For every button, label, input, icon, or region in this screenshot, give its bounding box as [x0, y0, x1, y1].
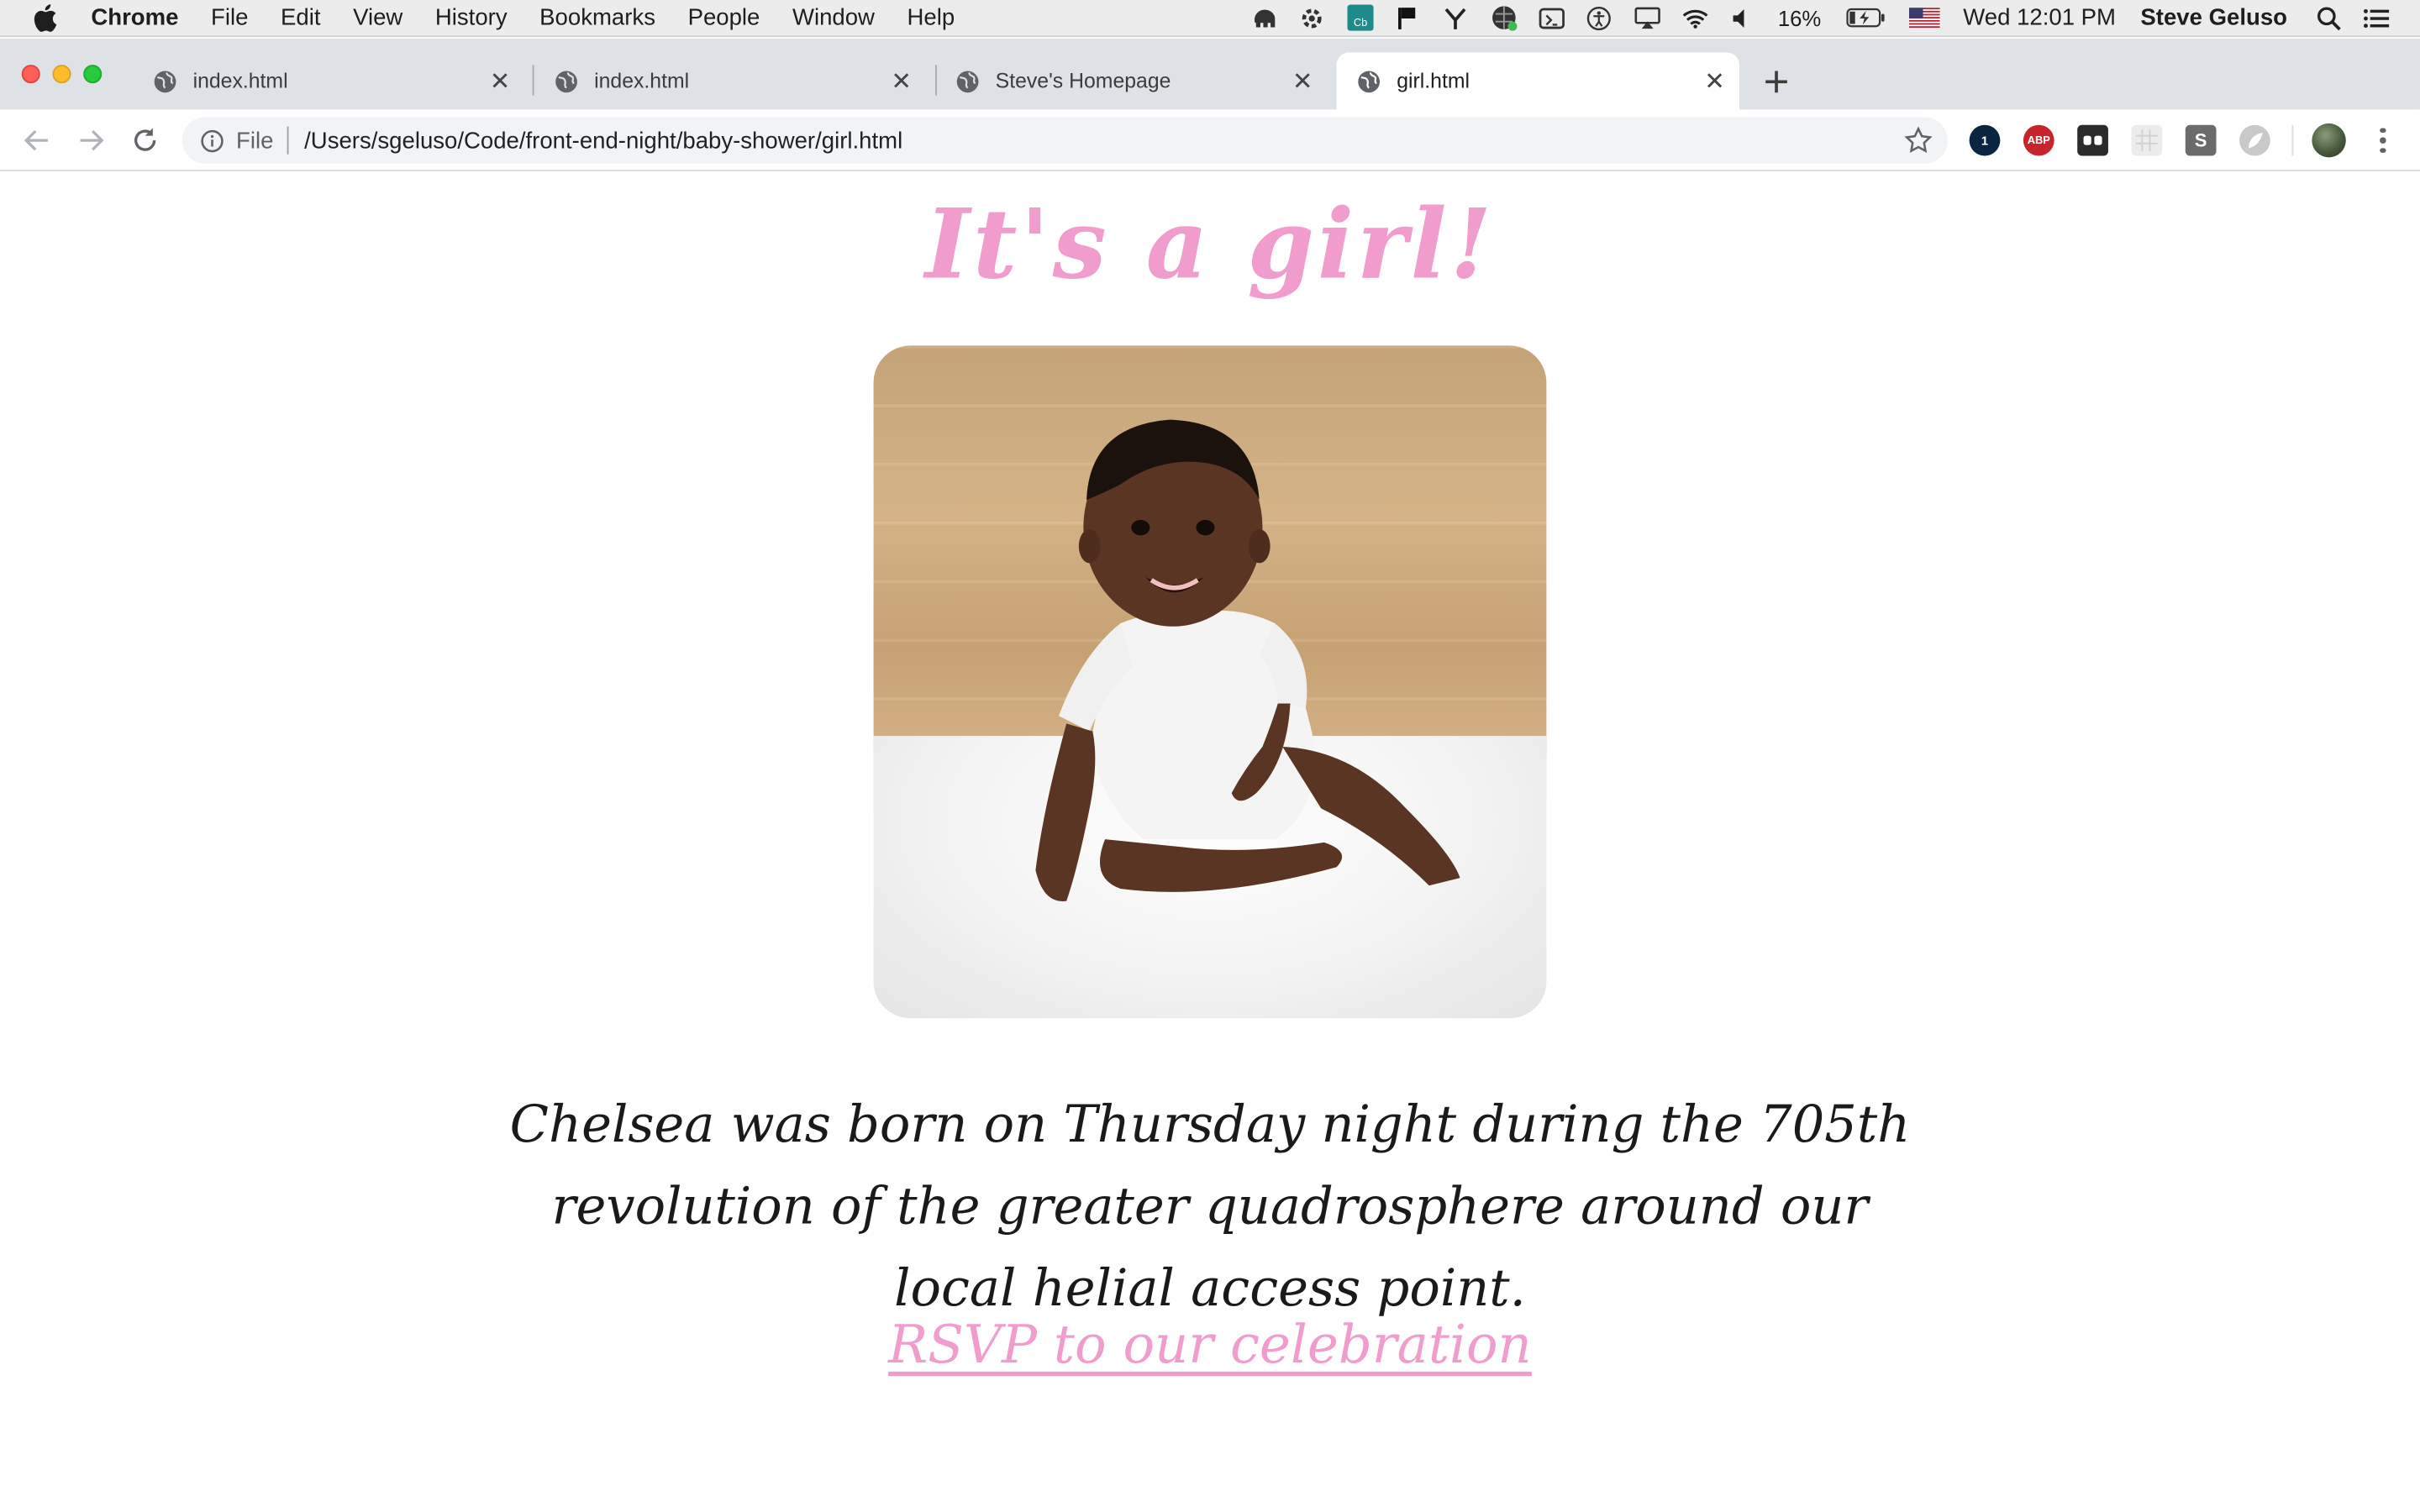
rsvp-link[interactable]: RSVP to our celebration: [888, 1315, 1532, 1376]
back-arrow-icon: [24, 129, 48, 151]
globe-status-icon[interactable]: [1491, 5, 1518, 31]
screenshot-icon[interactable]: [1539, 5, 1565, 31]
back-button[interactable]: [20, 123, 54, 157]
notification-center-icon[interactable]: [2363, 5, 2390, 31]
forward-arrow-icon: [80, 129, 104, 151]
bookmark-star-icon[interactable]: [1904, 126, 1933, 155]
tab-title: Steve's Homepage: [995, 69, 1171, 93]
menu-app-chrome[interactable]: Chrome: [91, 5, 178, 31]
battery-percent[interactable]: 16%: [1778, 5, 1821, 29]
new-tab-button[interactable]: [1760, 65, 1793, 98]
status-area: Cb 16% Wed 12:01 PM Steve Geluso: [1252, 0, 2420, 36]
1password-icon[interactable]: 1: [1969, 124, 2001, 156]
toolbar-divider: [2291, 124, 2294, 156]
page-content: It's a girl! Chelsea was born on Thursda…: [0, 172, 2420, 1512]
tab-index-2[interactable]: index.html ✕: [534, 52, 926, 109]
battery-charging-icon[interactable]: [1846, 5, 1886, 31]
tab-index-1[interactable]: index.html ✕: [133, 52, 525, 109]
tab-close-icon[interactable]: ✕: [1290, 69, 1314, 95]
tab-steves-homepage[interactable]: Steve's Homepage ✕: [935, 52, 1328, 109]
tab-title: index.html: [594, 69, 690, 93]
macos-menu-bar: Chrome File Edit View History Bookmarks …: [0, 0, 2420, 38]
menu-file[interactable]: File: [211, 5, 248, 31]
forward-button[interactable]: [74, 123, 108, 157]
flag-icon[interactable]: [1395, 5, 1421, 31]
zoom-window-button[interactable]: [83, 65, 103, 84]
ext-label: S: [2194, 129, 2207, 151]
birth-description: Chelsea was born on Thursday night durin…: [509, 1094, 1911, 1318]
omnibox-divider: [287, 126, 289, 155]
user-name[interactable]: Steve Geluso: [2140, 5, 2287, 31]
tab-close-icon[interactable]: ✕: [889, 69, 913, 95]
grid-extension-icon[interactable]: [2131, 124, 2163, 156]
menu-people[interactable]: People: [688, 5, 760, 31]
cb-icon[interactable]: Cb: [1347, 4, 1374, 31]
spotlight-search-icon[interactable]: [2315, 5, 2341, 31]
url-scheme-label: File: [236, 127, 274, 154]
tab-girl-html[interactable]: girl.html ✕: [1336, 52, 1739, 110]
tab-strip: index.html ✕ index.html ✕ Steve's Homepa…: [0, 38, 2420, 110]
airplay-icon[interactable]: [1634, 5, 1660, 31]
tab-close-icon[interactable]: ✕: [487, 69, 512, 95]
tab-close-icon[interactable]: ✕: [1702, 69, 1727, 95]
us-flag-icon[interactable]: [1907, 5, 1941, 31]
globe-icon: [956, 70, 979, 92]
menu-history[interactable]: History: [435, 5, 508, 31]
tab-title: index.html: [192, 69, 288, 93]
leaf-extension-icon[interactable]: [2239, 124, 2270, 156]
page-headline: It's a girl!: [924, 188, 1496, 302]
close-window-button[interactable]: [21, 65, 40, 84]
ext-label: ABP: [2027, 134, 2050, 146]
menu-clock[interactable]: Wed 12:01 PM: [1963, 5, 2116, 31]
ext-label: 1: [1981, 133, 1989, 148]
globe-icon: [555, 70, 577, 92]
profile-avatar[interactable]: [2312, 123, 2346, 158]
window-controls: [21, 65, 103, 84]
menu-bookmarks[interactable]: Bookmarks: [539, 5, 655, 31]
globe-icon: [154, 70, 176, 92]
adblock-icon[interactable]: ABP: [2023, 124, 2054, 156]
browser-toolbar: File /Users/sgeluso/Code/front-end-night…: [0, 109, 2420, 171]
s-extension-icon[interactable]: S: [2185, 124, 2217, 156]
menu-edit[interactable]: Edit: [281, 5, 320, 31]
menu-view[interactable]: View: [353, 5, 402, 31]
plus-icon: [1765, 71, 1787, 93]
chrome-menu-button[interactable]: [2370, 125, 2395, 156]
tabs-extension-icon[interactable]: [2077, 124, 2108, 156]
tab-title: girl.html: [1397, 69, 1470, 93]
info-icon[interactable]: [199, 128, 224, 152]
address-bar[interactable]: File /Users/sgeluso/Code/front-end-night…: [182, 117, 1948, 164]
reload-button[interactable]: [128, 123, 161, 157]
volume-icon[interactable]: [1730, 5, 1756, 31]
gear-status-icon[interactable]: [1299, 5, 1325, 31]
elephant-icon[interactable]: [1252, 5, 1278, 31]
baby-photo: [873, 345, 1547, 1019]
baby-illustration: [1035, 419, 1460, 901]
rsvp-container: RSVP to our celebration: [0, 1315, 2420, 1376]
minimize-window-button[interactable]: [52, 65, 71, 84]
globe-icon: [1358, 70, 1381, 92]
wifi-icon[interactable]: [1682, 5, 1708, 31]
url-text[interactable]: /Users/sgeluso/Code/front-end-night/baby…: [304, 128, 902, 154]
accessibility-icon[interactable]: [1586, 5, 1612, 31]
svg-text:Cb: Cb: [1354, 16, 1367, 29]
menu-help[interactable]: Help: [908, 5, 955, 31]
apple-menu-icon[interactable]: [33, 3, 66, 33]
y-network-icon[interactable]: [1443, 5, 1469, 31]
menu-window[interactable]: Window: [792, 5, 875, 31]
reload-icon: [134, 128, 156, 151]
